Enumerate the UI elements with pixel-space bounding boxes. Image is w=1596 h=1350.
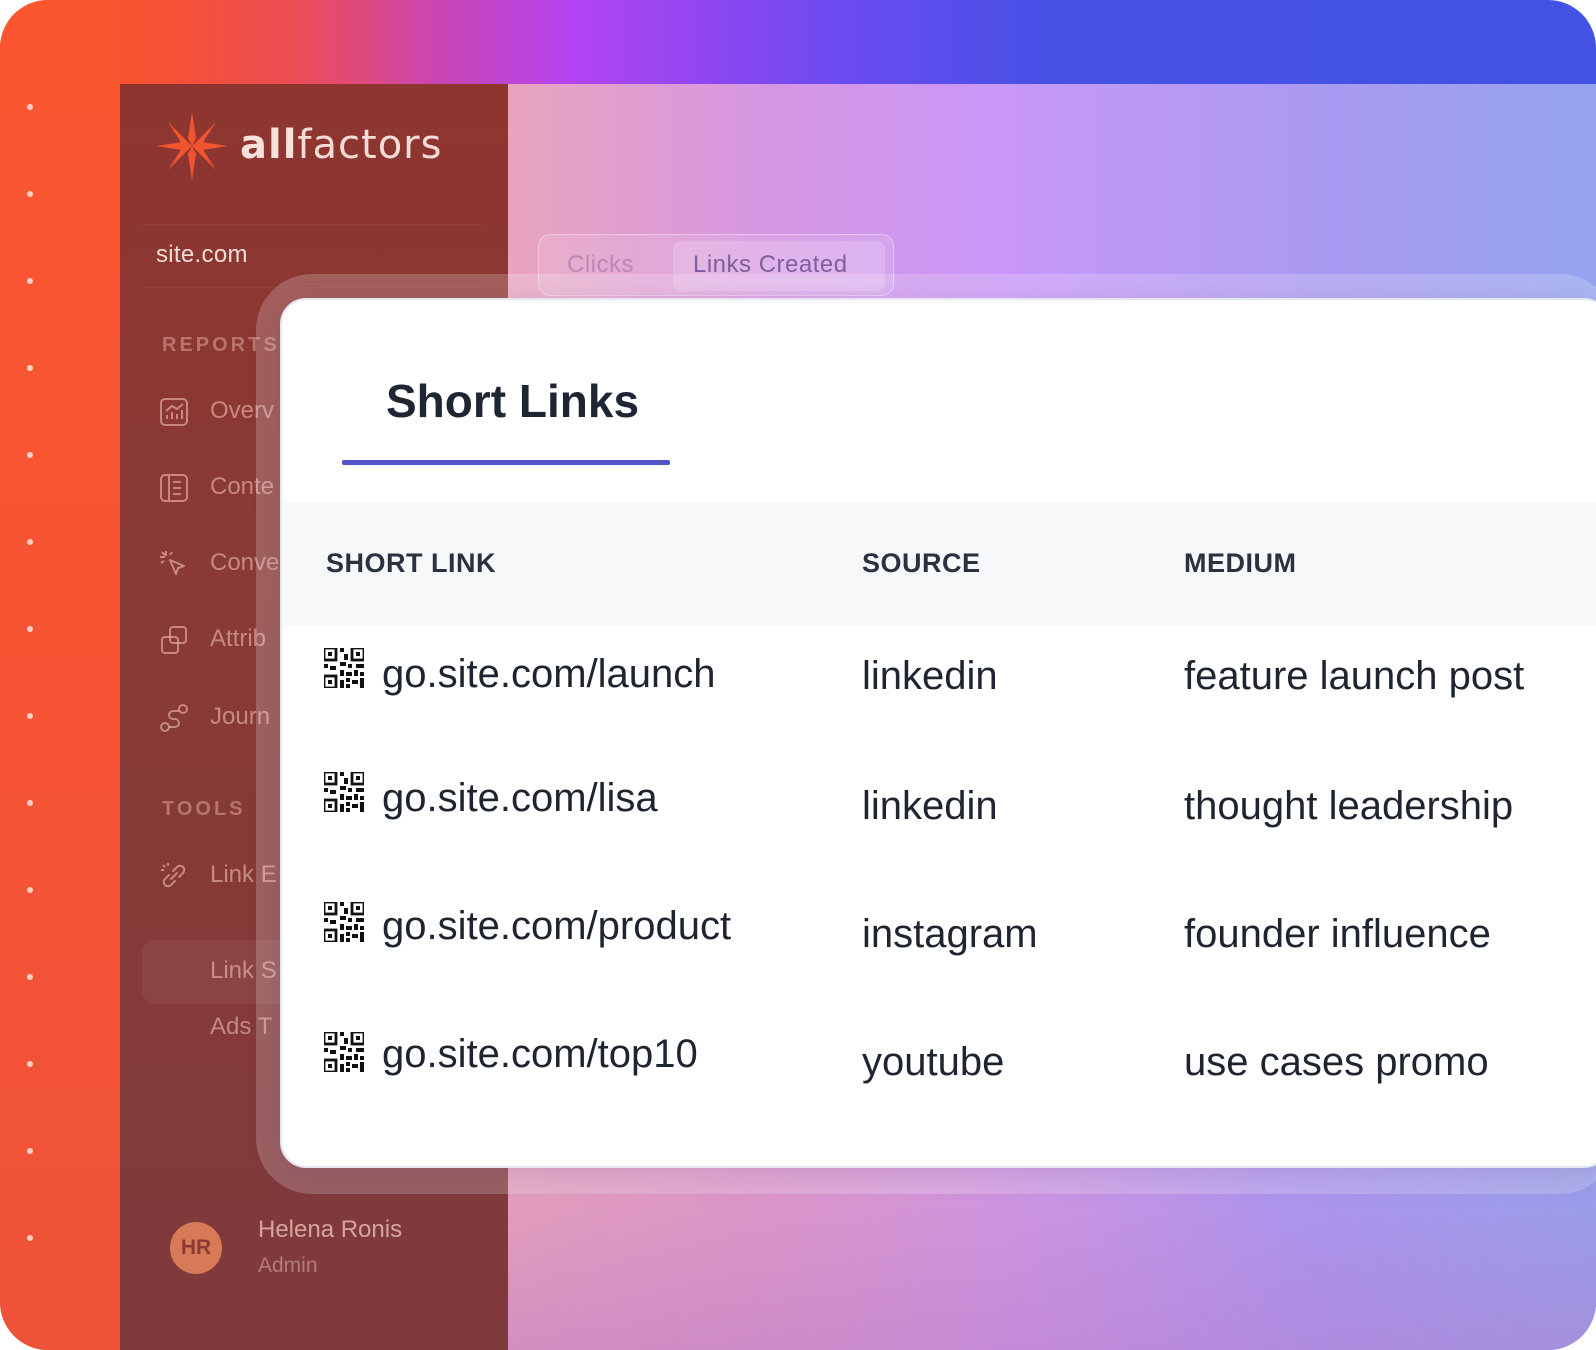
avatar: HR [170,1222,222,1274]
short-link-url[interactable]: go.site.com/top10 [382,1032,698,1077]
column-header-short-link[interactable]: SHORT LINK [326,548,496,579]
decor-dot [27,278,33,284]
user-name: Helena Ronis [258,1216,403,1243]
source-cell: youtube [862,1040,1005,1084]
decor-dot [27,1235,33,1241]
source-cell: linkedin [862,654,998,698]
decor-dot [27,452,33,458]
decor-dot [27,1061,33,1067]
source-cell: instagram [862,912,1038,956]
site-name: site.com [156,241,248,268]
active-tab-underline [342,460,670,465]
left-decorative-strip [0,0,120,1350]
route-icon [160,704,188,732]
decor-dot [27,539,33,545]
medium-cell: founder influence [1184,912,1491,956]
chart-icon [160,398,188,426]
qr-code-icon[interactable] [324,1032,364,1072]
decor-dot [27,626,33,632]
tab-short-links[interactable]: Short Links [386,374,639,428]
decor-dot [27,104,33,110]
table-row[interactable]: go.site.com/lisa linkedin thought leader… [282,752,1596,882]
decor-dot [27,800,33,806]
qr-code-icon[interactable] [324,772,364,812]
link-icon [161,863,186,888]
table-row[interactable]: go.site.com/product instagram founder in… [282,882,1596,1012]
column-header-medium[interactable]: MEDIUM [1184,548,1297,579]
sparkle-logo-icon [156,112,228,180]
brand-logo[interactable]: allfactors [154,110,454,182]
table-row[interactable]: go.site.com/launch linkedin feature laun… [282,626,1596,756]
cursor-click-icon [160,551,185,575]
user-profile[interactable]: HR Helena Ronis Admin [170,1212,490,1292]
short-link-url[interactable]: go.site.com/product [382,904,731,949]
tools-section-label: TOOLS [162,798,246,820]
qr-code-icon[interactable] [324,902,364,942]
decor-dot [27,191,33,197]
medium-cell: use cases promo [1184,1040,1489,1084]
short-links-card: Short Links SHORT LINK SOURCE MEDIUM go.… [280,298,1596,1168]
table-header: SHORT LINK SOURCE MEDIUM [282,502,1596,626]
qr-code-icon[interactable] [324,648,364,688]
decor-dot [27,974,33,980]
short-link-url[interactable]: go.site.com/lisa [382,776,658,821]
table-row[interactable]: go.site.com/top10 youtube use cases prom… [282,1012,1596,1142]
source-cell: linkedin [862,784,998,828]
document-icon [160,474,188,502]
background-frame: allfactors site.com REPORTS Overv Conte [0,0,1596,1350]
stack-icon [161,626,187,654]
short-link-url[interactable]: go.site.com/launch [382,652,716,697]
decor-dot [27,887,33,893]
brand-wordmark: allfactors [240,122,443,168]
user-role: Admin [258,1254,318,1277]
medium-cell: feature launch post [1184,654,1525,698]
decor-dot [27,365,33,371]
medium-cell: thought leadership [1184,784,1514,828]
decor-dot [27,713,33,719]
decor-dot [27,1148,33,1154]
column-header-source[interactable]: SOURCE [862,548,981,579]
